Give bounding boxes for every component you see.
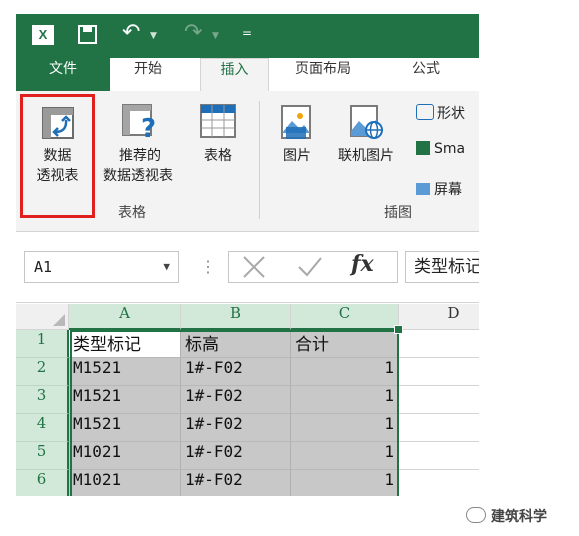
row-header-6[interactable]: 6 bbox=[16, 470, 69, 496]
redo-dropdown-icon[interactable]: ▼ bbox=[212, 31, 219, 41]
recommended-pivot-label-line1: 推荐的 bbox=[119, 148, 161, 164]
shapes-icon bbox=[416, 104, 434, 120]
table-label: 表格 bbox=[204, 148, 232, 164]
cell-d2[interactable] bbox=[399, 358, 479, 386]
table-button[interactable]: 表格 bbox=[192, 94, 244, 198]
smartart-icon bbox=[416, 141, 430, 155]
smartart-button[interactable]: Sma bbox=[416, 141, 465, 157]
group-label-tables: 表格 bbox=[118, 205, 146, 221]
tab-file[interactable]: 文件 bbox=[16, 58, 110, 91]
excel-window: X ↶ ▼ ↷ ▼ = 文件 开始 插入 页面布局 公式 数据 透视表 ? 推荐… bbox=[16, 14, 479, 496]
recommended-pivot-icon: ? bbox=[122, 104, 156, 141]
ribbon-insert: 数据 透视表 ? 推荐的 数据透视表 表格 表格 图片 联机图片 形状 Sma … bbox=[16, 91, 479, 232]
cell-a2[interactable]: M1521 bbox=[69, 358, 181, 386]
formula-bar-options-icon[interactable]: ⋮ bbox=[200, 251, 216, 283]
column-header-c[interactable]: C bbox=[291, 304, 399, 330]
pictures-button[interactable]: 图片 bbox=[272, 94, 322, 198]
row-header-4[interactable]: 4 bbox=[16, 414, 69, 442]
row-header-3[interactable]: 3 bbox=[16, 386, 69, 414]
column-header-d[interactable]: D bbox=[399, 304, 479, 330]
row-header-2[interactable]: 2 bbox=[16, 358, 69, 386]
cancel-icon[interactable] bbox=[243, 252, 269, 282]
wechat-icon bbox=[466, 507, 486, 523]
watermark: 建筑科学 bbox=[466, 506, 547, 526]
cell-b3[interactable]: 1#-F02 bbox=[181, 386, 291, 414]
cell-a3[interactable]: M1521 bbox=[69, 386, 181, 414]
cell-d4[interactable] bbox=[399, 414, 479, 442]
enter-icon[interactable] bbox=[295, 252, 325, 282]
cell-c1[interactable]: 合计 bbox=[291, 330, 399, 358]
ribbon-tabs: 文件 开始 插入 页面布局 公式 bbox=[16, 58, 479, 93]
cell-b4[interactable]: 1#-F02 bbox=[181, 414, 291, 442]
insert-function-icon[interactable]: fx bbox=[351, 251, 374, 277]
recommended-pivot-button[interactable]: ? 推荐的 数据透视表 bbox=[96, 94, 184, 198]
column-header-b[interactable]: B bbox=[181, 304, 291, 330]
pictures-icon bbox=[281, 105, 311, 139]
cell-b6[interactable]: 1#-F02 bbox=[181, 470, 291, 496]
cell-a6[interactable]: M1021 bbox=[69, 470, 181, 496]
formula-bar: A1 ▼ ⋮ fx 类型标记 bbox=[16, 232, 479, 303]
excel-logo-icon: X bbox=[32, 25, 54, 45]
name-box[interactable]: A1 ▼ bbox=[24, 251, 179, 283]
row-header-5[interactable]: 5 bbox=[16, 442, 69, 470]
fill-handle[interactable] bbox=[394, 325, 403, 334]
cell-d1[interactable] bbox=[399, 330, 479, 358]
column-header-a[interactable]: A bbox=[69, 304, 181, 330]
watermark-text: 建筑科学 bbox=[491, 509, 547, 525]
cell-b1[interactable]: 标高 bbox=[181, 330, 291, 358]
pivot-table-button[interactable]: 数据 透视表 bbox=[20, 94, 95, 218]
shapes-button[interactable]: 形状 bbox=[416, 103, 465, 123]
formula-input[interactable]: 类型标记 bbox=[405, 251, 479, 283]
cell-c5[interactable]: 1 bbox=[291, 442, 399, 470]
customize-toolbar-icon[interactable]: = bbox=[242, 26, 252, 40]
screenshot-button[interactable]: 屏幕 bbox=[416, 179, 462, 199]
tab-home[interactable]: 开始 bbox=[134, 58, 162, 91]
cell-d5[interactable] bbox=[399, 442, 479, 470]
screenshot-label: 屏幕 bbox=[434, 182, 462, 198]
redo-icon[interactable]: ↷ bbox=[184, 20, 202, 45]
online-pictures-button[interactable]: 联机图片 bbox=[328, 94, 404, 198]
online-pictures-label: 联机图片 bbox=[338, 148, 394, 164]
row-header-1[interactable]: 1 bbox=[16, 330, 69, 358]
undo-icon[interactable]: ↶ bbox=[122, 20, 140, 45]
select-all-corner[interactable] bbox=[16, 304, 69, 330]
pivot-table-label-line2: 透视表 bbox=[36, 168, 79, 184]
cell-c3[interactable]: 1 bbox=[291, 386, 399, 414]
quick-access-toolbar: X ↶ ▼ ↷ ▼ = bbox=[16, 14, 479, 58]
tab-formulas[interactable]: 公式 bbox=[412, 58, 440, 91]
recommended-pivot-label-line2: 数据透视表 bbox=[103, 168, 173, 184]
cell-c2[interactable]: 1 bbox=[291, 358, 399, 386]
cell-a1[interactable]: 类型标记 bbox=[69, 330, 181, 358]
pivot-table-icon bbox=[41, 107, 74, 139]
cell-b5[interactable]: 1#-F02 bbox=[181, 442, 291, 470]
cell-d6[interactable] bbox=[399, 470, 479, 496]
smartart-label: Sma bbox=[434, 141, 466, 157]
name-box-dropdown-icon[interactable]: ▼ bbox=[163, 252, 170, 282]
cell-c6[interactable]: 1 bbox=[291, 470, 399, 496]
cell-a5[interactable]: M1021 bbox=[69, 442, 181, 470]
worksheet-grid: A B C D 1 类型标记 标高 合计 2 M1521 1#-F02 1 3 … bbox=[16, 304, 479, 496]
table-icon bbox=[200, 104, 236, 138]
cell-b2[interactable]: 1#-F02 bbox=[181, 358, 291, 386]
tab-insert[interactable]: 插入 bbox=[200, 58, 269, 93]
shapes-label: 形状 bbox=[437, 106, 465, 122]
pivot-table-label-line1: 数据 bbox=[43, 148, 72, 164]
undo-dropdown-icon[interactable]: ▼ bbox=[150, 31, 157, 41]
name-box-value: A1 bbox=[34, 258, 53, 276]
cell-c4[interactable]: 1 bbox=[291, 414, 399, 442]
pictures-label: 图片 bbox=[283, 148, 311, 164]
formula-buttons-group: fx bbox=[228, 251, 398, 283]
group-separator bbox=[259, 101, 260, 219]
tab-page-layout[interactable]: 页面布局 bbox=[295, 58, 351, 91]
group-label-illustrations: 插图 bbox=[384, 205, 412, 221]
save-icon[interactable] bbox=[78, 25, 97, 44]
svg-text:?: ? bbox=[141, 114, 156, 141]
screenshot-icon bbox=[416, 183, 430, 195]
online-pictures-icon bbox=[350, 105, 383, 139]
cell-d3[interactable] bbox=[399, 386, 479, 414]
cell-a4[interactable]: M1521 bbox=[69, 414, 181, 442]
